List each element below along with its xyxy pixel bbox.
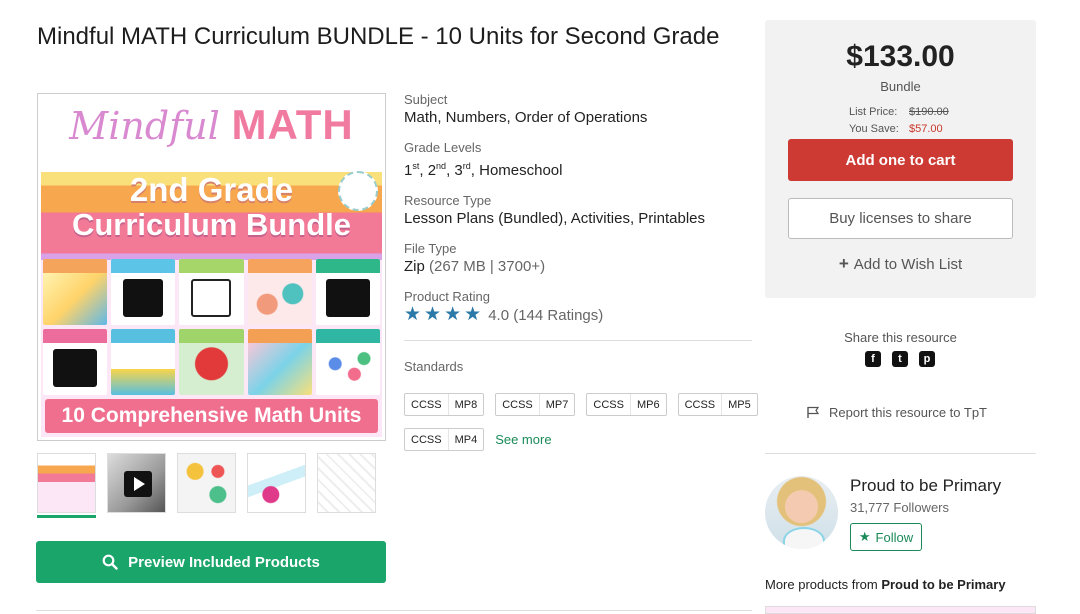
list-price: $190.00 bbox=[909, 106, 949, 118]
pinterest-icon[interactable]: p bbox=[919, 351, 935, 367]
grade-levels-label: Grade Levels bbox=[404, 140, 482, 155]
cover-brand: Mindful MATH bbox=[69, 101, 354, 148]
price-breakdown: List Price: $190.00 You Save: $57.00 bbox=[849, 104, 949, 138]
standards-list: CCSS MP8 CCSS MP7 CCSS MP6 CCSS MP5 CCSS MP4 … bbox=[404, 393, 758, 463]
preview-included-products-button[interactable]: Preview Included Products bbox=[36, 541, 386, 583]
star-icon: ★ bbox=[444, 304, 462, 325]
cover-unit-tiles bbox=[43, 259, 380, 395]
seller-name[interactable]: Proud to be Primary bbox=[850, 476, 1001, 496]
rating-text: 4.0 (144 Ratings) bbox=[488, 306, 604, 324]
resource-type-label: Resource Type bbox=[404, 193, 492, 208]
star-icon: ★ bbox=[404, 304, 422, 325]
play-icon bbox=[124, 471, 152, 497]
standard-tag[interactable]: CCSS MP6 bbox=[586, 393, 667, 416]
resource-type-value[interactable]: Lesson Plans (Bundled), Activities, Prin… bbox=[404, 209, 754, 229]
more-products-heading: More products from Proud to be Primary bbox=[765, 577, 1006, 592]
product-type: Bundle bbox=[880, 79, 921, 94]
flag-icon bbox=[807, 406, 820, 418]
thumbnail-cover[interactable] bbox=[37, 453, 96, 513]
product-rating-label: Product Rating bbox=[404, 289, 490, 304]
facebook-icon[interactable]: f bbox=[865, 351, 881, 367]
buy-licenses-button[interactable]: Buy licenses to share bbox=[788, 198, 1013, 239]
active-thumbnail-indicator bbox=[37, 515, 96, 518]
thumbnail-strip bbox=[37, 453, 376, 513]
add-to-cart-button[interactable]: Add one to cart bbox=[788, 139, 1013, 181]
star-icon: ★ bbox=[424, 304, 442, 325]
follow-button[interactable]: ★ Follow bbox=[850, 523, 922, 551]
seller-avatar[interactable] bbox=[765, 476, 838, 549]
share-label: Share this resource bbox=[844, 330, 957, 345]
buy-box: $133.00 Bundle List Price: $190.00 You Sa… bbox=[765, 20, 1036, 298]
seller-followers: 31,777 Followers bbox=[850, 500, 949, 515]
standard-tag[interactable]: CCSS MP8 bbox=[404, 393, 485, 416]
see-more-standards-link[interactable]: See more bbox=[495, 432, 551, 447]
plus-icon: + bbox=[838, 254, 849, 273]
preview-button-label: Preview Included Products bbox=[128, 553, 320, 571]
product-rating[interactable]: ★ ★ ★ ★ 4.0 (144 Ratings) bbox=[404, 305, 754, 325]
standard-tag[interactable]: CCSS MP5 bbox=[677, 393, 758, 416]
standard-tag[interactable]: CCSS MP4 bbox=[404, 428, 485, 451]
standards-label: Standards bbox=[404, 359, 464, 374]
report-resource-link[interactable]: Report this resource to TpT bbox=[806, 405, 987, 420]
cover-footer-line: 10 Comprehensive Math Units bbox=[45, 399, 378, 433]
divider bbox=[36, 610, 752, 611]
cover-bundle-line: Curriculum Bundle bbox=[71, 207, 351, 242]
thumbnail-video[interactable] bbox=[107, 453, 166, 513]
social-share-icons: f t p bbox=[865, 351, 935, 367]
subject-value[interactable]: Math, Numbers, Order of Operations bbox=[404, 108, 754, 128]
product-details: Subject Math, Numbers, Order of Operatio… bbox=[404, 92, 754, 325]
product-title: Mindful MATH Curriculum BUNDLE - 10 Unit… bbox=[37, 23, 720, 50]
you-save: $57.00 bbox=[909, 123, 943, 135]
standard-tag[interactable]: CCSS MP7 bbox=[495, 393, 576, 416]
file-type-label: File Type bbox=[404, 241, 457, 256]
divider bbox=[765, 453, 1036, 454]
search-icon bbox=[102, 554, 118, 570]
thumbnail-5[interactable] bbox=[317, 453, 376, 513]
thumbnail-3[interactable] bbox=[177, 453, 236, 513]
product-cover-image[interactable]: Mindful MATH 2nd Grade Curriculum Bundle… bbox=[37, 93, 386, 441]
star-icon: ★ bbox=[464, 304, 482, 325]
twitter-icon[interactable]: t bbox=[892, 351, 908, 367]
thumbnail-4[interactable] bbox=[247, 453, 306, 513]
cover-grade-line: 2nd Grade bbox=[129, 171, 294, 208]
subject-label: Subject bbox=[404, 92, 448, 107]
more-products-thumbnail[interactable] bbox=[765, 606, 1036, 614]
grade-levels-value[interactable]: 1st, 2nd, 3rd, Homeschool bbox=[404, 156, 754, 181]
divider bbox=[404, 340, 752, 341]
price: $133.00 bbox=[846, 40, 955, 73]
add-to-wish-list-link[interactable]: + Add to Wish List bbox=[765, 254, 1036, 274]
star-icon: ★ bbox=[858, 529, 871, 544]
file-type-value: Zip (267 MB | 3700+) bbox=[404, 258, 546, 275]
